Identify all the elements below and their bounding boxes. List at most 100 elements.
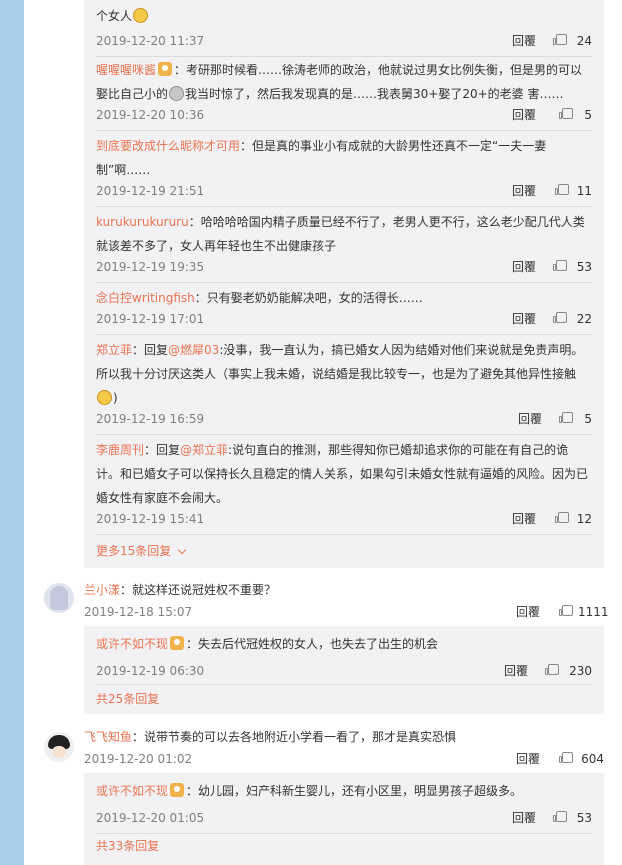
divider bbox=[96, 282, 592, 283]
reply-meta: 2019-12-20 01:05 回覆 53 bbox=[96, 809, 592, 827]
reply-button[interactable]: 回覆 bbox=[512, 182, 536, 200]
reply-text: 或许不如不现 ：幼儿园，妇产科新生婴儿，还有小区里，明显男孩子超级多。 bbox=[96, 783, 523, 798]
reply-meta: 2019-12-20 10:36 回覆 5 bbox=[96, 106, 592, 124]
like-count: 1111 bbox=[578, 605, 609, 619]
like-count: 53 bbox=[576, 260, 592, 274]
like-count: 604 bbox=[581, 752, 604, 766]
reply-meta: 2019-12-19 16:59 回覆 5 bbox=[96, 410, 592, 428]
reply-text: 喔喔喔咪酱 ：考研那时候看……徐涛老师的政治，他就说过男女比例失衡，但是男的可以娶… bbox=[96, 62, 583, 101]
mention-link[interactable]: @郑立菲 bbox=[180, 443, 228, 457]
thumb-up-icon bbox=[555, 184, 569, 195]
username-link[interactable]: 念白控writingfish bbox=[96, 291, 195, 305]
thumb-up-icon bbox=[553, 811, 567, 822]
timestamp: 2019-12-19 17:01 bbox=[96, 312, 205, 326]
like-button[interactable] bbox=[559, 106, 573, 124]
comment-item: 飞飞知鱼：说带节奏的可以去各地附近小学看一看了，那才是真实恐惧 2019-12-… bbox=[84, 726, 604, 770]
timestamp: 2019-12-19 19:35 bbox=[96, 260, 205, 274]
avatar[interactable] bbox=[44, 732, 74, 762]
reply-item: 念白控writingfish：只有娶老奶奶能解决吧，女的活得长…… 2019-1… bbox=[96, 286, 592, 335]
divider bbox=[96, 684, 592, 685]
timestamp: 2019-12-20 10:36 bbox=[96, 108, 205, 122]
reply-meta: 2019-12-19 19:35 回覆 53 bbox=[96, 258, 592, 276]
username-link[interactable]: 李鹿周刊 bbox=[96, 443, 144, 457]
comment-text: 飞飞知鱼：说带节奏的可以去各地附近小学看一看了，那才是真实恐惧 bbox=[84, 730, 457, 744]
reply-text: 李鹿周刊：回复@郑立菲:说句直白的推测，那些得知你已婚却追求你的可能在有自己的诡… bbox=[96, 443, 589, 505]
divider bbox=[96, 534, 592, 535]
username-link[interactable]: 到底要改成什么昵称才可用 bbox=[96, 139, 240, 153]
reply-button[interactable]: 回覆 bbox=[512, 258, 536, 276]
like-button[interactable] bbox=[555, 510, 569, 528]
left-sidebar-strip bbox=[0, 0, 24, 865]
reply-button[interactable]: 回覆 bbox=[512, 809, 536, 827]
reply-meta: 2019-12-20 11:37 回覆 24 bbox=[96, 32, 592, 50]
username-link[interactable]: 或许不如不现 bbox=[96, 784, 168, 798]
thumb-up-icon bbox=[559, 108, 573, 119]
like-count: 11 bbox=[576, 184, 592, 198]
username-link[interactable]: kurukurukururu bbox=[96, 215, 189, 229]
reply-button[interactable]: 回覆 bbox=[516, 603, 540, 621]
like-button[interactable] bbox=[559, 750, 573, 768]
timestamp: 2019-12-19 16:59 bbox=[96, 412, 205, 426]
reply-button[interactable]: 回覆 bbox=[512, 510, 536, 528]
reply-text: 郑立菲：回复@燃犀03:没事，我一直认为，搞已婚女人因为结婚对他们来说就是免责声… bbox=[96, 343, 584, 405]
reply-item: 个女人 2019-12-20 11:37 回覆 24 bbox=[96, 4, 592, 57]
reply-thread-3: 或许不如不现 ：幼儿园，妇产科新生婴儿，还有小区里，明显男孩子超级多。 2019-… bbox=[84, 773, 604, 865]
comment-meta: 2019-12-18 15:07 回覆 1111 bbox=[84, 603, 609, 621]
username-link[interactable]: 或许不如不现 bbox=[96, 637, 168, 651]
comments-panel: 个女人 2019-12-20 11:37 回覆 24 喔喔喔咪酱 ：考研那时候看…… bbox=[24, 0, 622, 865]
avatar[interactable] bbox=[44, 583, 74, 613]
laugh-emoji-icon bbox=[133, 8, 149, 23]
like-button[interactable] bbox=[545, 662, 559, 680]
like-button[interactable] bbox=[559, 603, 573, 621]
reply-button[interactable]: 回覆 bbox=[516, 750, 540, 768]
username-link[interactable]: 兰小漾 bbox=[84, 583, 120, 597]
divider bbox=[96, 833, 592, 834]
reply-meta: 2019-12-19 15:41 回覆 12 bbox=[96, 510, 592, 528]
more-replies-link[interactable]: 更多15条回复 bbox=[96, 542, 187, 559]
like-button[interactable] bbox=[553, 809, 567, 827]
divider bbox=[96, 130, 592, 131]
thumb-up-icon bbox=[559, 752, 573, 763]
reply-item: kurukurukururu：哈哈哈哈国内精子质量已经不行了，老男人更不行，这么… bbox=[96, 210, 592, 283]
reply-text: 念白控writingfish：只有娶老奶奶能解决吧，女的活得长…… bbox=[96, 291, 423, 305]
like-button[interactable] bbox=[553, 32, 567, 50]
like-button[interactable] bbox=[553, 258, 567, 276]
like-count: 53 bbox=[576, 811, 592, 825]
thumb-up-icon bbox=[553, 260, 567, 271]
vip-badge-icon bbox=[170, 636, 185, 650]
like-button[interactable] bbox=[555, 182, 569, 200]
more-replies-link[interactable]: 共25条回复 bbox=[96, 690, 159, 707]
reply-button[interactable]: 回覆 bbox=[512, 310, 536, 328]
reply-button[interactable]: 回覆 bbox=[512, 106, 536, 124]
username-link[interactable]: 飞飞知鱼 bbox=[84, 730, 132, 744]
reply-meta: 2019-12-19 17:01 回覆 22 bbox=[96, 310, 592, 328]
like-count: 22 bbox=[576, 312, 592, 326]
timestamp: 2019-12-19 21:51 bbox=[96, 184, 205, 198]
reply-item: 喔喔喔咪酱 ：考研那时候看……徐涛老师的政治，他就说过男女比例失衡，但是男的可以娶… bbox=[96, 58, 592, 131]
reply-item: 或许不如不现 ：幼儿园，妇产科新生婴儿，还有小区里，明显男孩子超级多。 2019-… bbox=[96, 779, 592, 834]
vip-badge-icon bbox=[170, 783, 185, 797]
timestamp: 2019-12-18 15:07 bbox=[84, 605, 193, 619]
comment-meta: 2019-12-20 01:02 回覆 604 bbox=[84, 750, 604, 768]
vip-badge-icon bbox=[158, 62, 173, 76]
mention-link[interactable]: @燃犀03 bbox=[168, 343, 219, 357]
reply-text: 到底要改成什么昵称才可用：但是真的事业小有成就的大龄男性还真不一定“一夫一妻制”… bbox=[96, 139, 547, 177]
like-count: 12 bbox=[576, 512, 592, 526]
like-count: 24 bbox=[576, 34, 592, 48]
reply-button[interactable]: 回覆 bbox=[504, 662, 528, 680]
reply-button[interactable]: 回覆 bbox=[518, 410, 542, 428]
reply-button[interactable]: 回覆 bbox=[512, 32, 536, 50]
username-link[interactable]: 喔喔喔咪酱 bbox=[96, 63, 156, 77]
like-button[interactable] bbox=[559, 410, 573, 428]
reply-thread-2: 或许不如不现 ：失去后代冠姓权的女人，也失去了出生的机会 2019-12-19 0… bbox=[84, 626, 604, 714]
divider bbox=[96, 434, 592, 435]
thumb-up-icon bbox=[559, 605, 573, 616]
reply-meta: 2019-12-19 06:30 回覆 230 bbox=[96, 662, 592, 680]
reply-thread-1: 个女人 2019-12-20 11:37 回覆 24 喔喔喔咪酱 ：考研那时候看…… bbox=[84, 0, 604, 568]
username-link[interactable]: 郑立菲 bbox=[96, 343, 132, 357]
timestamp: 2019-12-20 01:05 bbox=[96, 811, 205, 825]
reply-item: 到底要改成什么昵称才可用：但是真的事业小有成就的大龄男性还真不一定“一夫一妻制”… bbox=[96, 134, 592, 207]
more-replies-link[interactable]: 共33条回复 bbox=[96, 837, 159, 854]
reply-item: 或许不如不现 ：失去后代冠姓权的女人，也失去了出生的机会 2019-12-19 0… bbox=[96, 632, 592, 685]
like-button[interactable] bbox=[553, 310, 567, 328]
